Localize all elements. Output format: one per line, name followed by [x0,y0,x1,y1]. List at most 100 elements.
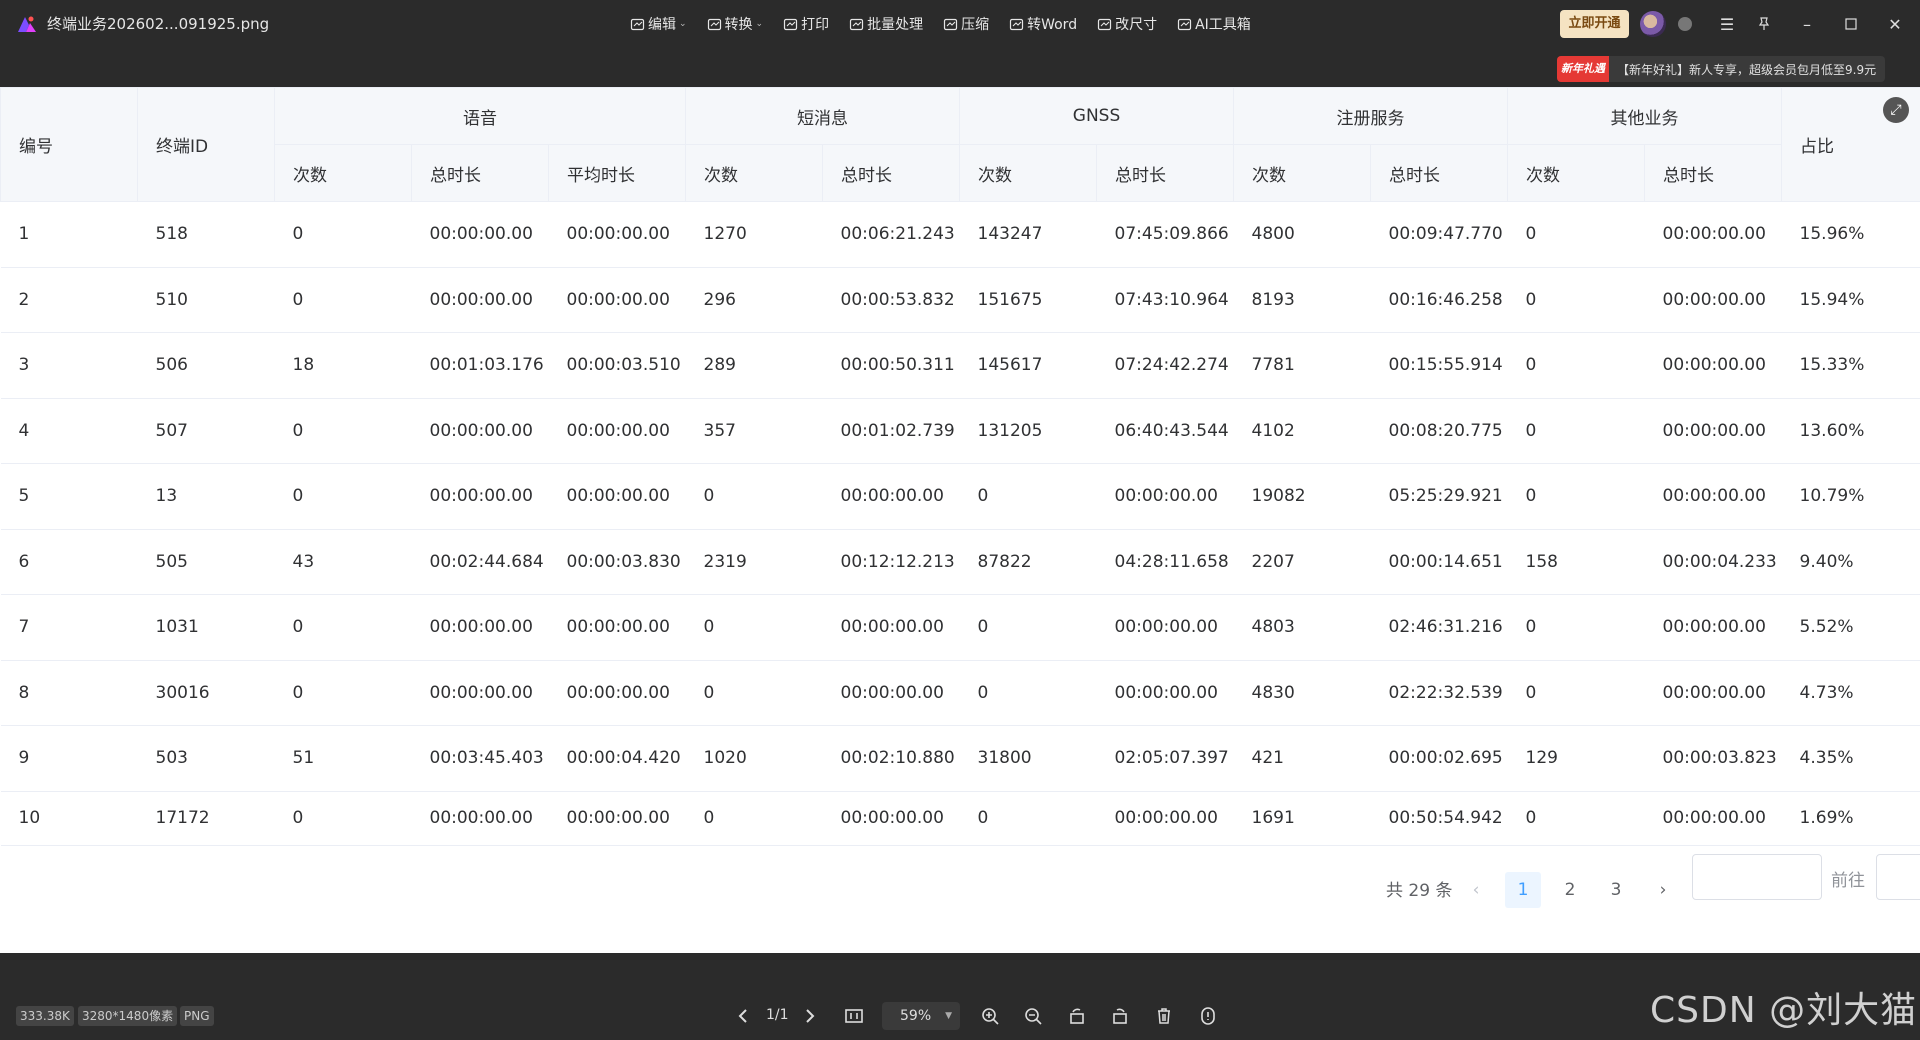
table-cell: 1691 [1233,790,1371,846]
table-cell: 0 [1507,201,1645,268]
tool-edit-button[interactable]: 编辑 ⌄ [630,14,687,34]
pin-icon[interactable] [1752,12,1776,36]
table-cell: 00:00:00.00 [1644,201,1782,268]
table-cell: 00:00:00.00 [1644,266,1782,333]
table-body: 1 518 0 00:00:00.00 00:00:00.00 1270 00:06:21.… [0,201,1920,846]
table-cell: 87822 [959,528,1097,595]
table-cell: 13.60% [1781,397,1920,464]
table-cell: 4102 [1233,397,1371,464]
menu-icon[interactable]: ☰ [1715,12,1739,36]
table-cell: 00:00:00.00 [1096,790,1234,846]
table-cell: 00:00:00.00 [822,659,960,726]
table-cell: 10.79% [1781,463,1920,530]
user-avatar[interactable] [1640,11,1666,37]
table-cell: 7781 [1233,332,1371,399]
vip-open-button[interactable]: 立即开通 [1560,10,1629,38]
table-row: 2 510 0 00:00:00.00 00:00:00.00 296 00:00:53.8… [0,266,1920,333]
subheader-sms-count: 次数 [685,144,824,202]
subheader-sms-total: 总时长 [822,144,961,202]
table-row: 4 507 0 00:00:00.00 00:00:00.00 357 00:01:02.7… [0,397,1920,464]
table-cell: 4803 [1233,594,1371,661]
toolbar: 编辑 ⌄ 转换 ⌄ 打印 批量处理 压缩 转Word 改尺寸 AI工具箱 [630,12,1271,36]
table-cell: 15.33% [1781,332,1920,399]
table-cell: 00:12:12.213 [822,528,960,595]
maximize-icon[interactable] [1839,12,1863,36]
tool-label: AI工具箱 [1195,17,1251,33]
tool-print-button[interactable]: 打印 [783,14,829,34]
tool-batch-button[interactable]: 批量处理 [849,14,923,34]
table-cell: 0 [1507,332,1645,399]
header-register: 注册服务 [1233,87,1509,145]
subheader-other-count: 次数 [1507,144,1646,202]
table-cell: 00:09:47.770 [1370,201,1508,268]
minimize-icon[interactable]: – [1795,12,1819,36]
table-cell: 00:00:00.00 [411,266,549,333]
goto-page-input[interactable] [1876,854,1920,900]
promo-banner[interactable]: 新年礼遇 【新年好礼】新人专享，超级会员包月低至9.9元 [1557,56,1885,82]
fullscreen-icon[interactable]: ⤢ [1883,97,1909,123]
status-badge-icon[interactable] [1678,17,1692,31]
next-page-icon[interactable]: › [1645,872,1681,908]
zoom-select[interactable]: 59% ▼ [882,1002,960,1030]
table-cell: 30016 [137,659,275,726]
table-cell: 00:00:00.00 [548,594,686,661]
zoom-in-icon[interactable] [977,1003,1003,1029]
next-image-icon[interactable] [797,1003,823,1029]
table-cell: 0 [274,659,412,726]
table-cell: 00:00:00.00 [1644,332,1782,399]
table-cell: 0 [1507,594,1645,661]
table-row: 10 17172 0 00:00:00.00 00:00:00.00 0 00:00:00.… [0,790,1920,846]
subheader-other-total: 总时长 [1644,144,1783,202]
tool-word-button[interactable]: 转Word [1009,14,1077,34]
table-cell: 00:00:00.00 [548,659,686,726]
table-cell: 13 [137,463,275,530]
table-cell: 00:00:02.695 [1370,725,1508,792]
page-button-3[interactable]: 3 [1598,872,1634,908]
table-cell: 04:28:11.658 [1096,528,1234,595]
table-cell: 00:00:00.00 [548,463,686,530]
tool-resize-button[interactable]: 改尺寸 [1097,14,1157,34]
table-cell: 2 [0,266,138,333]
zoom-out-icon[interactable] [1020,1003,1046,1029]
delete-icon[interactable] [1151,1003,1177,1029]
prev-image-icon[interactable] [730,1003,756,1029]
fit-window-icon[interactable] [841,1003,867,1029]
table-cell: 00:00:03.823 [1644,725,1782,792]
tool-label: 打印 [801,17,830,33]
page-button-1[interactable]: 1 [1505,872,1541,908]
table-cell: 00:00:00.00 [1096,659,1234,726]
table-cell: 07:43:10.964 [1096,266,1234,333]
page-size-select[interactable] [1692,854,1822,900]
table-cell: 8 [0,659,138,726]
prev-page-icon[interactable]: ‹ [1458,872,1494,908]
compress-icon [943,18,958,30]
tool-label: 转换 [724,17,753,33]
table-cell: 0 [274,790,412,846]
page-button-2[interactable]: 2 [1552,872,1588,908]
print-icon [783,18,798,30]
table-cell: 2207 [1233,528,1371,595]
close-icon[interactable]: ✕ [1883,12,1907,36]
edit-icon [630,18,645,30]
table-cell: 507 [137,397,275,464]
header-terminal-id: 终端ID [137,87,275,202]
chevron-down-icon: ⌄ [755,19,764,29]
rotate-left-icon[interactable] [1064,1003,1090,1029]
info-icon[interactable] [1195,1003,1221,1029]
table-cell: 00:00:00.00 [411,659,549,726]
table-cell: 00:00:00.00 [1644,659,1782,726]
table-cell: 00:50:54.942 [1370,790,1508,846]
table-cell: 06:40:43.544 [1096,397,1234,464]
header-voice: 语音 [273,87,687,145]
table-cell: 07:24:42.274 [1096,332,1234,399]
table-cell: 0 [274,266,412,333]
tool-ai-toolbox-button[interactable]: AI工具箱 [1177,14,1251,34]
header-other: 其他业务 [1507,87,1783,145]
table-row: 8 30016 0 00:00:00.00 00:00:00.00 0 00:00:00.0… [0,659,1920,726]
tool-compress-button[interactable]: 压缩 [943,14,989,34]
page-indicator: 1/1 [766,1007,789,1023]
rotate-right-icon[interactable] [1107,1003,1133,1029]
chevron-down-icon: ▼ [945,1011,952,1021]
tool-convert-button[interactable]: 转换 ⌄ [707,14,764,34]
table-cell: 5.52% [1781,594,1920,661]
